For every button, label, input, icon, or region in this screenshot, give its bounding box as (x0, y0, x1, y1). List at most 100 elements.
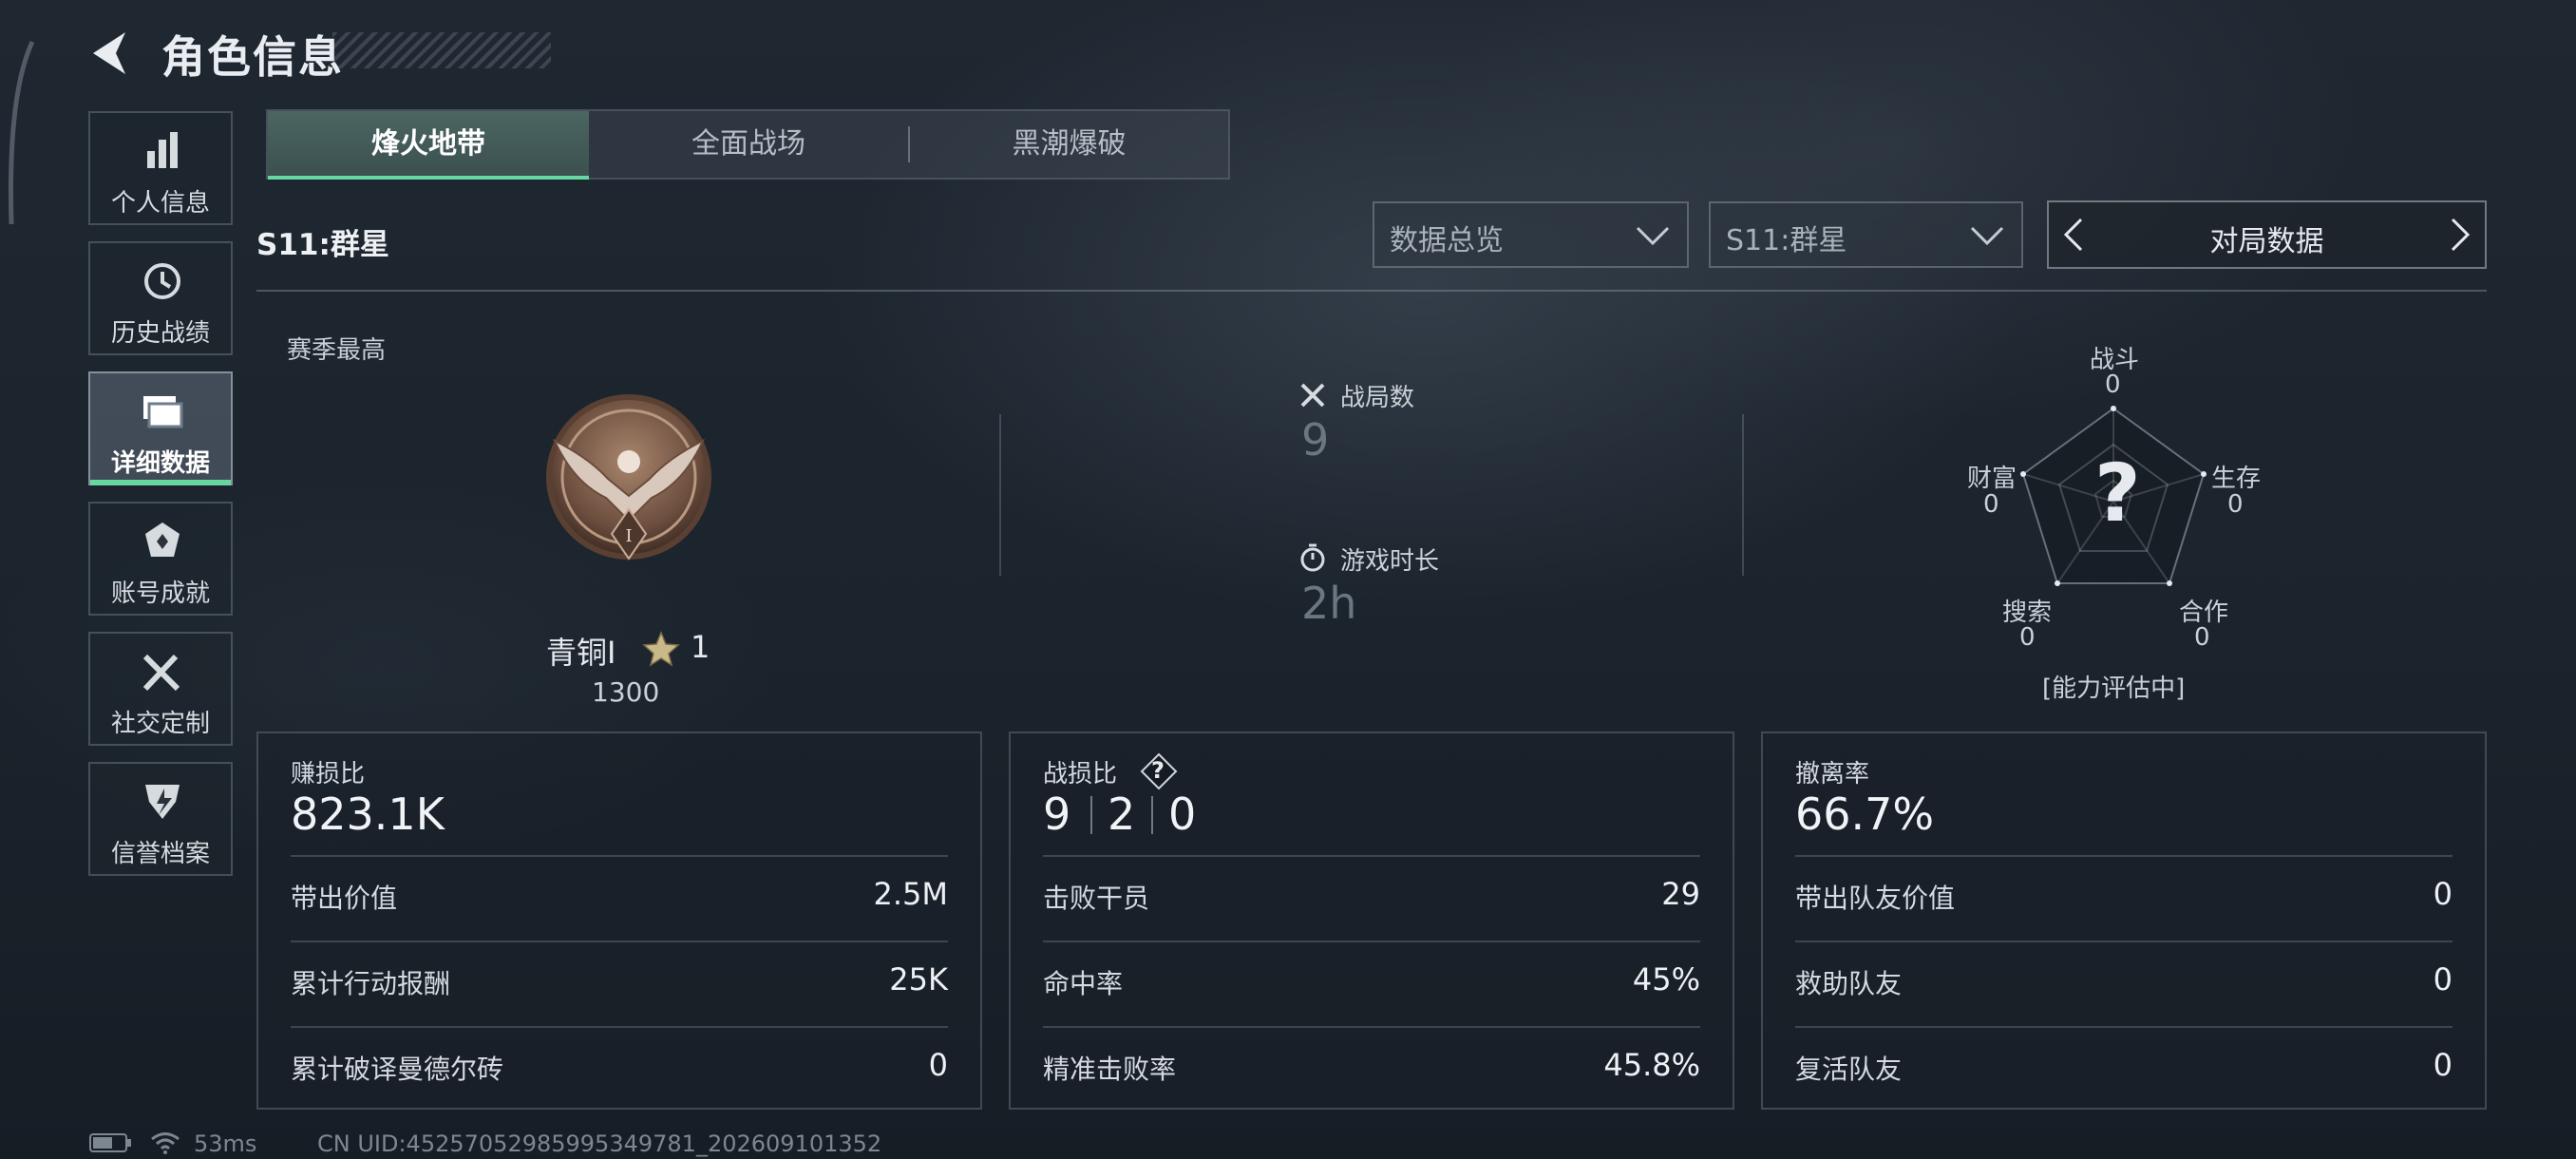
row-value: 29 (1661, 876, 1700, 912)
sidebar-item-label: 社交定制 (110, 710, 210, 738)
row-value: 0 (2433, 1047, 2453, 1083)
sidebar-item-reputation[interactable]: 信誉档案 (88, 762, 233, 876)
wifi-icon (151, 1132, 180, 1154)
extract-panel: 撤离率 66.7% 带出队友价值 0 救助队友 0 复活队友 0 (1761, 732, 2487, 1110)
divider (999, 414, 1001, 576)
row-label: 击败干员 (1043, 883, 1150, 914)
row-value: 0 (928, 1047, 948, 1083)
profit-title: 赚损比 (291, 760, 366, 788)
rank-name: 青铜I (546, 635, 616, 671)
kd-divider (1090, 796, 1092, 834)
overview-dropdown[interactable]: 数据总览 (1373, 201, 1689, 268)
help-icon[interactable]: ? (1140, 752, 1178, 790)
row-label: 累计行动报酬 (291, 968, 451, 999)
matches-label: 战局数 (1340, 384, 1415, 412)
season-dropdown[interactable]: S11:群星 (1709, 201, 2023, 268)
row-divider (1043, 855, 1700, 857)
back-arrow-icon[interactable] (87, 28, 133, 78)
radar-unknown-mark: ? (2094, 446, 2141, 540)
season-label: S11:群星 (256, 228, 389, 262)
play-time-label: 游戏时长 (1340, 547, 1440, 576)
sidebar-item-label: 历史战绩 (110, 319, 210, 348)
sidebar-item-detailed-data[interactable]: 详细数据 (88, 371, 233, 485)
shield-bolt-icon (145, 785, 180, 819)
svg-text:I: I (625, 526, 632, 546)
row-value: 45.8% (1603, 1047, 1700, 1083)
row-divider (1043, 940, 1700, 942)
radar-status: [能力评估中] (2042, 674, 2186, 703)
row-label: 带出价值 (291, 883, 398, 914)
radar-survival-value: 0 (2227, 490, 2244, 519)
folders-icon (143, 396, 183, 428)
divider (1742, 414, 1744, 576)
radar-combat-value: 0 (2105, 370, 2121, 399)
title-stripe (332, 32, 551, 68)
row-value: 0 (2433, 961, 2453, 998)
row-label: 复活队友 (1795, 1054, 1903, 1085)
kd-divider (1151, 796, 1153, 834)
row-divider (1795, 1026, 2453, 1028)
dropdown-value: 数据总览 (1390, 224, 1504, 257)
section-divider (256, 290, 2487, 292)
matches-value: 9 (1301, 414, 1330, 466)
tab-beacon-zone[interactable]: 烽火地带 (268, 111, 589, 180)
row-label: 带出队友价值 (1795, 883, 1956, 914)
star-icon (642, 631, 680, 667)
row-value: 2.5M (873, 876, 949, 912)
profit-panel: 赚损比 823.1K 带出价值 2.5M 累计行动报酬 25K 累计破译曼德尔砖… (256, 732, 982, 1110)
tab-all-out-warfare[interactable]: 全面战场 (589, 111, 908, 178)
radar-wealth-value: 0 (1983, 490, 1999, 519)
achievement-icon (145, 522, 180, 557)
mode-tabs: 烽火地带 全面战场 黑潮爆破 (266, 109, 1230, 180)
uid-text: CN UID:452570529859953497​81_20260910135… (317, 1130, 882, 1157)
history-icon (144, 263, 180, 299)
radar-wealth-label: 财富 (1967, 465, 2017, 493)
rank-score: 1300 (592, 676, 660, 708)
row-value: 0 (2433, 876, 2453, 912)
row-value: 25K (889, 961, 948, 998)
kd-title: 战损比 (1043, 760, 1118, 788)
dropdown-value: S11:群星 (1726, 224, 1847, 257)
ping-value: 53ms (194, 1130, 257, 1157)
rank-stars: 1 (691, 629, 710, 665)
season-best-label: 赛季最高 (287, 336, 387, 365)
row-divider (291, 855, 948, 857)
extract-title: 撤离率 (1795, 760, 1870, 788)
decor-arc (8, 40, 35, 225)
tab-black-tide[interactable]: 黑潮爆破 (910, 111, 1228, 178)
combat-panel: 战损比 ? 9 2 0 击败干员 29 命中率 45% 精准击败率 45.8% (1009, 732, 1734, 1110)
profit-value: 823.1K (291, 788, 445, 840)
sidebar-item-label: 信誉档案 (110, 840, 210, 868)
row-label: 累计破译曼德尔砖 (291, 1054, 504, 1085)
row-label: 精准击败率 (1043, 1054, 1177, 1085)
sidebar-item-social[interactable]: 社交定制 (88, 632, 233, 746)
match-data-label: 对局数据 (2209, 225, 2324, 258)
bronze-rank-badge-icon: I (546, 394, 711, 560)
radar-search-value: 0 (2019, 623, 2036, 652)
play-time-value: 2h (1301, 578, 1357, 629)
kd-value-1: 9 (1043, 788, 1071, 840)
row-value: 45% (1632, 961, 1700, 998)
sidebar-item-history[interactable]: 历史战绩 (88, 241, 233, 355)
row-divider (1795, 855, 2453, 857)
extract-value: 66.7% (1795, 788, 1935, 840)
chevron-down-icon (1970, 226, 2004, 246)
sidebar-item-label: 账号成就 (110, 580, 210, 608)
radar-survival-label: 生存 (2211, 465, 2262, 493)
wrench-icon (142, 654, 180, 692)
kd-value-3: 0 (1168, 788, 1197, 840)
chevron-right-icon[interactable] (2449, 218, 2472, 252)
row-divider (291, 940, 948, 942)
sidebar-item-personal-info[interactable]: 个人信息 (88, 111, 233, 225)
page-title: 角色信息 (161, 31, 344, 83)
sidebar-item-achievements[interactable]: 账号成就 (88, 502, 233, 616)
battery-icon (89, 1133, 131, 1152)
radar-coop-value: 0 (2194, 623, 2210, 652)
row-label: 命中率 (1043, 968, 1124, 999)
kd-value-2: 2 (1108, 788, 1136, 840)
row-divider (1043, 1026, 1700, 1028)
crossed-swords-icon (1300, 383, 1325, 408)
sidebar-item-label: 个人信息 (110, 189, 210, 218)
stopwatch-icon (1300, 543, 1325, 572)
bar-chart-icon (147, 132, 178, 168)
